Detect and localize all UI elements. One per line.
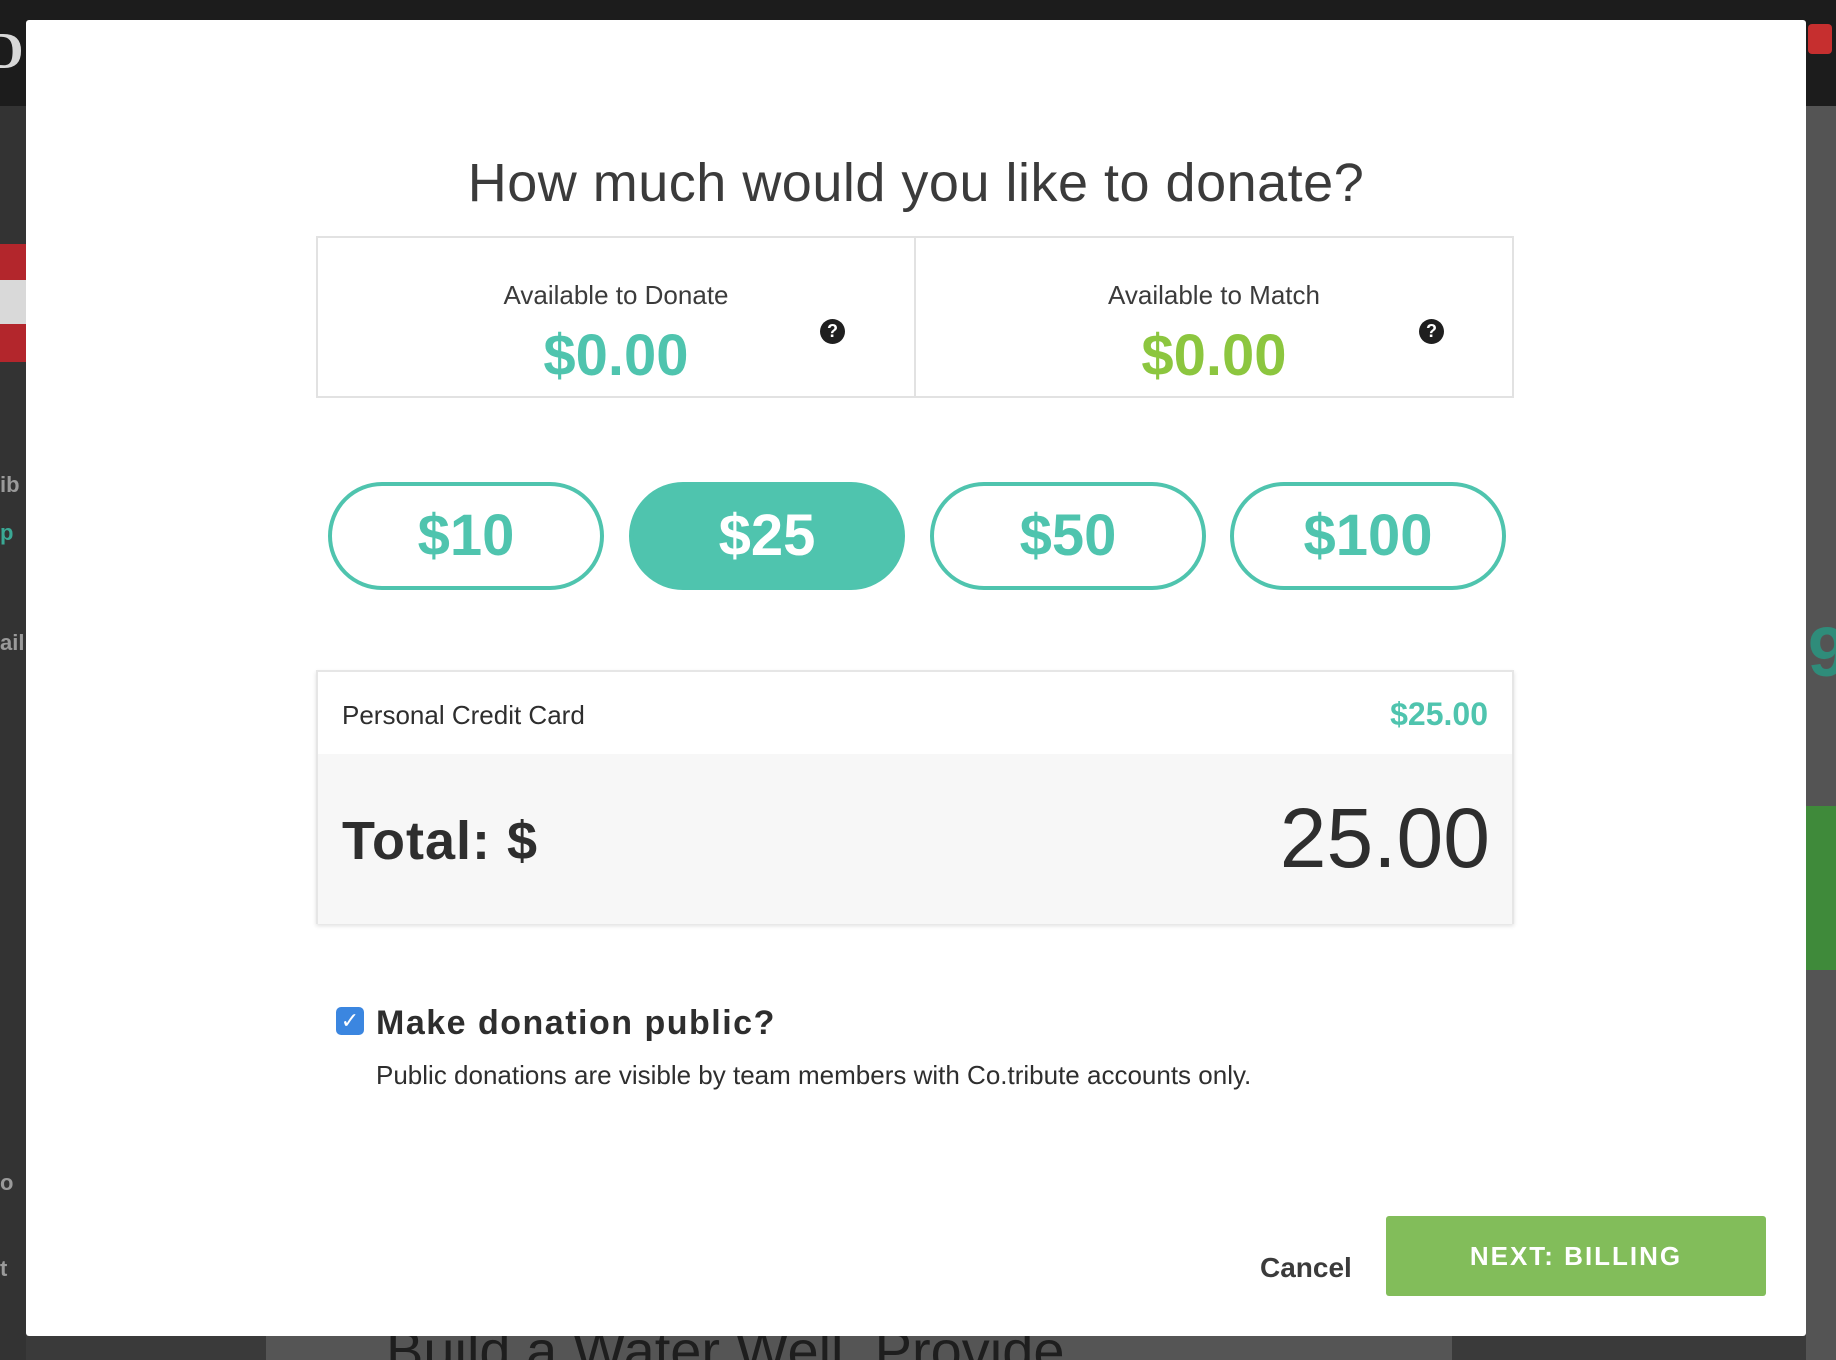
total-row: Total: $ 25.00 [318,754,1512,924]
check-icon: ✓ [340,1008,360,1033]
amount-option-10[interactable]: $10 [328,482,604,590]
available-to-donate-label: Available to Donate [503,280,729,310]
total-label: Total: $ [342,811,538,871]
background-text-fragment: ib [0,472,20,497]
question-circle-icon[interactable]: ? [820,319,845,344]
background-green-panel [1806,806,1836,970]
amount-options: $10 $25 $50 $100 [328,482,1528,590]
available-to-match: Available to Match $0.00 ? [914,238,1512,396]
make-public-label[interactable]: Make donation public? [376,1004,776,1043]
amount-option-50[interactable]: $50 [930,482,1206,590]
background-text-fragment: ail [0,630,25,655]
total-value: 25.00 [1279,791,1490,885]
available-to-donate: Available to Donate $0.00 ? [318,238,914,396]
payment-method-amount: $25.00 [1390,696,1488,732]
make-public-note: Public donations are visible by team mem… [376,1060,1252,1090]
payment-method-row: Personal Credit Card $25.00 [318,672,1512,754]
background-number-fragment: 9 [1808,613,1836,691]
cancel-button[interactable]: Cancel [1260,1252,1352,1284]
background-text-fragment: p [0,520,14,545]
background-badge [1808,24,1832,54]
donation-modal: How much would you like to donate? Avail… [26,20,1806,1336]
question-circle-icon[interactable]: ? [1419,319,1444,344]
next-billing-button[interactable]: NEXT: BILLING [1386,1216,1766,1296]
modal-title: How much would you like to donate? [467,153,1365,213]
background-text-fragment: o [0,1170,14,1195]
make-public-checkbox[interactable]: ✓ [336,1007,364,1035]
amount-option-100[interactable]: $100 [1230,482,1506,590]
payment-method-label: Personal Credit Card [342,700,585,730]
amount-option-25[interactable]: $25 [629,482,905,590]
background-red-band [0,244,26,362]
payment-summary: Personal Credit Card $25.00 Total: $ 25.… [316,670,1514,924]
background-text-fragment: t [0,1256,8,1281]
available-to-match-label: Available to Match [1108,280,1320,310]
balances-panel: Available to Donate $0.00 ? Available to… [316,236,1514,398]
background-right-column [1806,106,1836,1360]
background-logo-fragment: D [0,23,24,80]
